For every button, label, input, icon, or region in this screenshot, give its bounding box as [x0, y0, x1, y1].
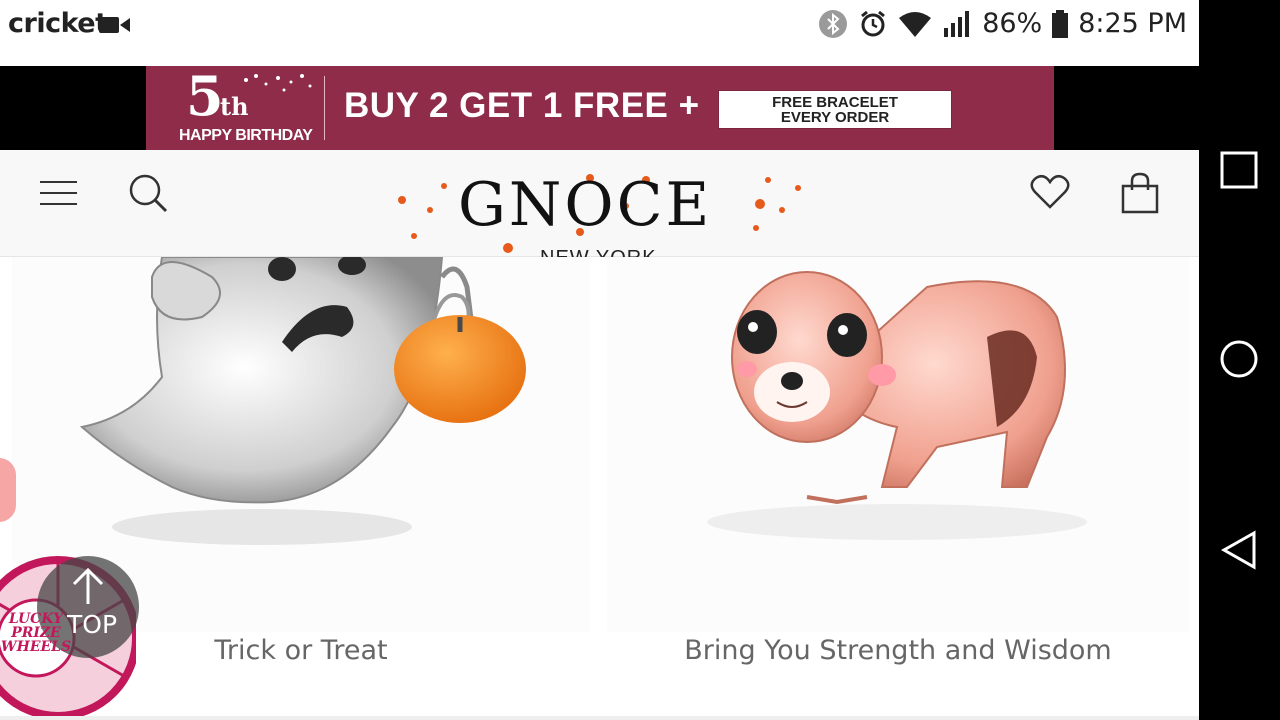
arrow-up-icon [72, 567, 104, 604]
wheel-label-line: LUCKY [8, 611, 64, 627]
site-header: GNOCE NEW YORK [0, 150, 1199, 269]
logo-wordmark: GNOCE [458, 170, 713, 240]
badge-line-2: EVERY ORDER [780, 109, 890, 126]
bluetooth-icon [819, 9, 848, 38]
anniversary-text: HAPPY BIRTHDAY [179, 127, 313, 144]
search-icon[interactable] [127, 172, 169, 214]
signal-icon [944, 10, 970, 37]
badge-line-1: FREE BRACELET [772, 94, 898, 111]
system-nav-bar [1199, 0, 1280, 720]
hamburger-menu-icon[interactable] [40, 181, 78, 205]
promo-banner[interactable]: 5 th HAPPY BIRTHDAY BUY 2 GET 1 FREE + F… [146, 66, 1054, 150]
banner-divider [324, 76, 325, 140]
divider [0, 716, 1199, 720]
wheel-label-line: PRIZE [11, 625, 61, 641]
clock: 8:25 PM [1078, 8, 1187, 39]
wifi-icon [899, 11, 932, 37]
product-card[interactable] [607, 257, 1189, 632]
hearts-decoration-icon [244, 74, 312, 92]
wishlist-heart-icon[interactable] [1030, 174, 1070, 210]
carrier-name: cricket [8, 8, 108, 39]
recent-apps-icon[interactable] [1219, 150, 1259, 190]
alarm-icon [861, 10, 886, 36]
video-camera-icon [99, 17, 130, 33]
anniversary-number: 5 [186, 64, 224, 128]
site-logo[interactable]: GNOCE NEW YORK [390, 170, 810, 270]
lucky-wheel-label[interactable]: LUCKY PRIZE WHEELS [0, 612, 74, 654]
offer-text: BUY 2 GET 1 FREE + [344, 86, 700, 125]
wheel-label-line: WHEELS [0, 639, 72, 655]
side-tab-button[interactable] [0, 458, 16, 522]
top-label: TOP [67, 610, 118, 639]
product-title[interactable]: Bring You Strength and Wisdom [607, 635, 1189, 666]
free-bracelet-badge: FREE BRACELET EVERY ORDER [718, 90, 952, 129]
shopping-bag-icon[interactable] [1120, 172, 1160, 214]
status-bar: cricket 86% 8:25 PM [0, 0, 1199, 66]
back-icon[interactable] [1219, 530, 1259, 570]
dog-charm-image [707, 271, 1087, 540]
battery-percent: 86% [982, 8, 1043, 39]
home-icon[interactable] [1219, 339, 1259, 379]
product-grid: Trick or Treat Bring You Strength and Wi… [0, 257, 1199, 720]
battery-icon [1052, 9, 1069, 38]
